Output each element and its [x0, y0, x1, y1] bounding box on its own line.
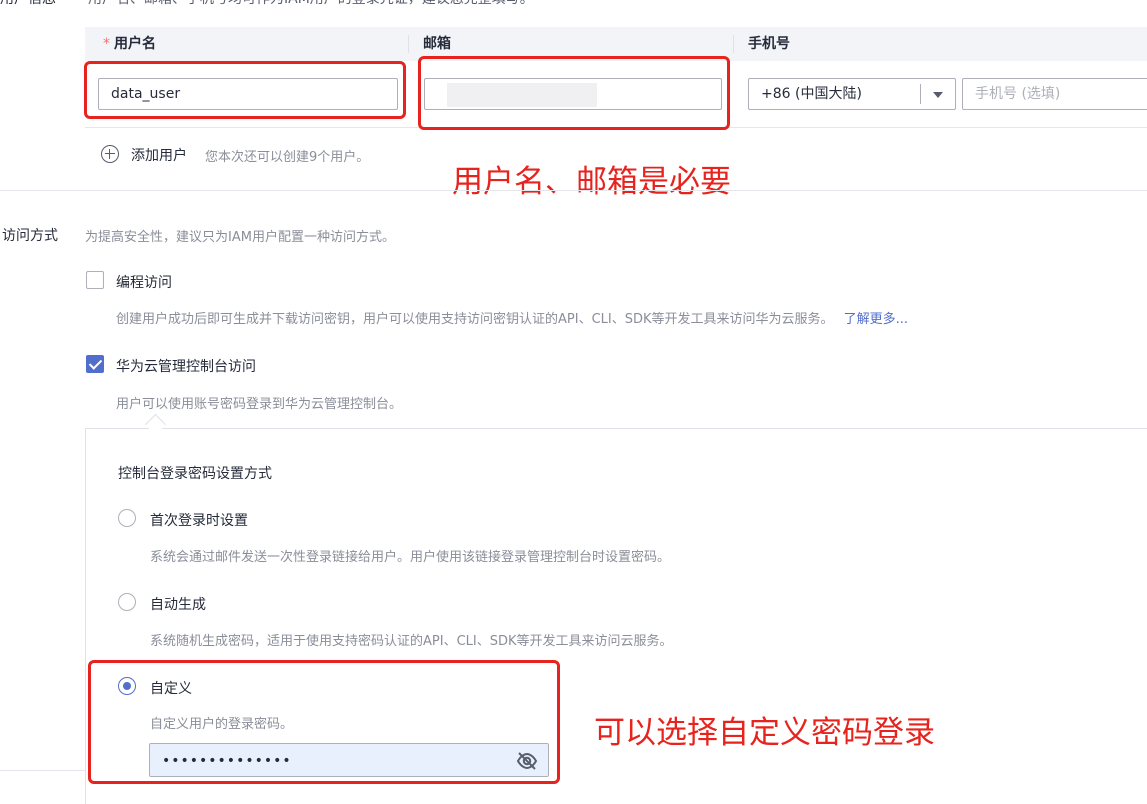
username-header-label: 用户名 [114, 36, 156, 52]
console-access-desc: 用户可以使用账号密码登录到华为云管理控制台。 [116, 397, 403, 412]
required-fields-annotation: 用户名、邮箱是必要 [452, 164, 731, 200]
programmatic-access-checkbox[interactable] [86, 271, 104, 289]
phone-column-header: 手机号 [748, 36, 790, 52]
select-divider [920, 84, 921, 104]
radio-first-login[interactable] [118, 509, 136, 527]
country-code-select[interactable]: +86 (中国大陆) [748, 78, 956, 110]
column-divider [733, 35, 734, 53]
section-divider [0, 190, 1147, 191]
add-user-hint: 您本次还可以创建9个用户。 [205, 150, 370, 165]
custom-password-annotation: 可以选择自定义密码登录 [594, 715, 935, 751]
user-info-label: 用户信息 [0, 0, 56, 8]
console-access-checkbox[interactable] [86, 355, 104, 373]
programmatic-access-label[interactable]: 编程访问 [116, 272, 172, 292]
add-user-button[interactable]: 添加用户 [131, 145, 187, 165]
country-code-value: +86 (中国大陆) [761, 86, 862, 102]
access-method-label: 访问方式 [2, 228, 58, 244]
chevron-down-icon[interactable] [933, 92, 943, 98]
phone-input[interactable]: 手机号 (选填) [962, 78, 1147, 110]
custom-password-highlight-box [88, 660, 560, 784]
option-auto-generate-desc: 系统随机生成密码，适用于使用支持密码认证的API、CLI、SDK等开发工具来访问… [150, 634, 673, 649]
radio-auto-generate[interactable] [118, 593, 136, 611]
programmatic-desc-text: 创建用户成功后即可生成并下载访问密钥，用户可以使用支持访问密钥认证的API、CL… [116, 312, 834, 327]
column-divider [408, 35, 409, 53]
option-first-login-desc: 系统会通过邮件发送一次性登录链接给用户。用户使用该链接登录管理控制台时设置密码。 [150, 550, 671, 565]
required-mark: * [103, 36, 110, 52]
email-highlight-box [418, 56, 730, 130]
option-auto-generate-label[interactable]: 自动生成 [150, 594, 206, 614]
user-info-description: 用户名、邮箱、手机号均可作为IAM用户的登录凭证，建议您完整填写。 [88, 0, 534, 8]
add-circle-icon[interactable] [101, 145, 119, 163]
username-column-header: * 用户名 [103, 27, 156, 61]
option-first-login-label[interactable]: 首次登录时设置 [150, 510, 248, 530]
footer-divider [0, 770, 85, 771]
programmatic-access-desc: 创建用户成功后即可生成并下载访问密钥，用户可以使用支持访问密钥认证的API、CL… [116, 308, 908, 327]
access-method-hint: 为提高安全性，建议只为IAM用户配置一种访问方式。 [85, 230, 395, 245]
phone-placeholder: 手机号 (选填) [975, 86, 1061, 102]
password-setting-title: 控制台登录密码设置方式 [118, 466, 272, 482]
console-access-label[interactable]: 华为云管理控制台访问 [116, 356, 256, 376]
username-highlight-box [84, 61, 406, 119]
learn-more-link[interactable]: 了解更多... [844, 312, 908, 327]
